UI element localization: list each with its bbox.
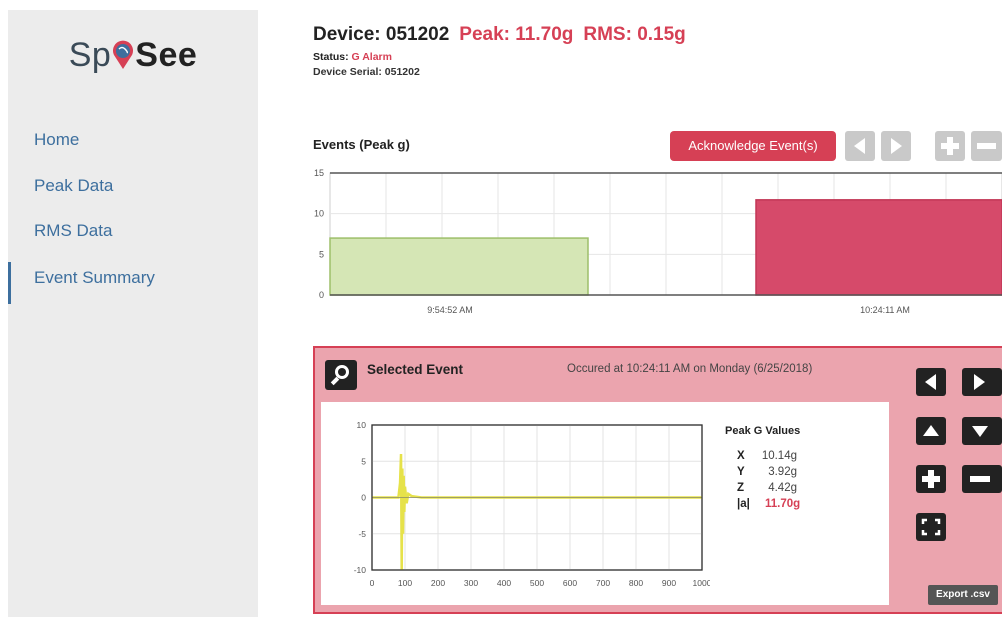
y-tick-label: 15 [314, 168, 324, 178]
x-tick-label: 300 [464, 578, 478, 588]
scale-down-button[interactable] [962, 417, 1002, 445]
x-tick-label: 400 [497, 578, 511, 588]
plus-icon [922, 470, 940, 488]
spotsee-logo: Sp See [68, 36, 198, 74]
status-label: Status: [313, 51, 349, 63]
x-tick-label: 500 [530, 578, 544, 588]
arrow-left-icon [854, 138, 865, 154]
plus-icon [941, 137, 959, 155]
nav-home[interactable]: Home [34, 130, 79, 150]
x-tick-label: 800 [629, 578, 643, 588]
magnifier-icon [330, 365, 349, 386]
fullscreen-icon [921, 518, 941, 536]
y-tick-label: -5 [358, 529, 366, 539]
nav-rms-data[interactable]: RMS Data [34, 221, 112, 241]
peak-value-row: Z 4.42g [737, 482, 797, 494]
x-tick-label: 200 [431, 578, 445, 588]
peak-values-title: Peak G Values [725, 425, 801, 437]
y-tick-label: 0 [361, 493, 366, 503]
peak-value-row-total: |a| 11.70g [737, 498, 801, 510]
device-status: Status: G Alarm [313, 51, 392, 63]
x-tick-label: 600 [563, 578, 577, 588]
y-tick-label: 10 [314, 209, 324, 219]
arrow-right-icon [891, 138, 902, 154]
chart-next-button[interactable] [881, 131, 911, 161]
x-tick-label: 10:24:11 AM [860, 305, 910, 315]
chart-prev-button[interactable] [845, 131, 875, 161]
arrow-left-icon [925, 374, 936, 390]
event-bar [755, 199, 1002, 296]
device-title: Device: 051202 Peak: 11.70g RMS: 0.15g [313, 24, 686, 46]
fullscreen-button[interactable] [916, 513, 946, 541]
sidebar: Sp See Home Peak Data RMS Data Event Summ… [8, 10, 258, 617]
trace-zoom-in-button[interactable] [916, 465, 946, 493]
arrow-right-icon [974, 374, 985, 390]
y-tick-label: 0 [319, 290, 324, 300]
status-badge: G Alarm [351, 51, 392, 63]
event-trace-chart: 0 100 200 300 400 500 600 700 800 900 1000 10 5 0 -5 -1… [354, 420, 710, 588]
x-tick-label: 100 [398, 578, 412, 588]
x-tick-label: 9:54:52 AM [427, 305, 473, 315]
events-chart-title: Events (Peak g) [313, 137, 410, 152]
export-csv-button[interactable]: Export .csv [928, 585, 998, 605]
x-tick-label: 900 [662, 578, 676, 588]
device-serial: Device Serial: 051202 [313, 66, 420, 78]
x-tick-label: 700 [596, 578, 610, 588]
nav-peak-data[interactable]: Peak Data [34, 176, 113, 196]
event-timestamp: Occured at 10:24:11 AM on Monday (6/25/2… [567, 363, 813, 375]
y-tick-label: -10 [354, 565, 367, 575]
chart-zoom-in-button[interactable] [935, 131, 965, 161]
x-tick-label: 1000 [693, 578, 710, 588]
event-next-button[interactable] [962, 368, 1002, 396]
map-pin-logo-icon [111, 40, 135, 69]
minus-icon [970, 476, 990, 482]
peak-value-row: X 10.14g [737, 450, 797, 462]
rms-value: RMS: 0.15g [583, 24, 686, 45]
nav-event-summary[interactable]: Event Summary [34, 268, 155, 288]
minus-icon [977, 143, 996, 149]
event-prev-button[interactable] [916, 368, 946, 396]
y-tick-label: 5 [319, 249, 324, 259]
arrow-up-icon [923, 425, 939, 436]
chart-zoom-out-button[interactable] [971, 131, 1002, 161]
device-id: Device: 051202 [313, 24, 450, 45]
peak-value-row: Y 3.92g [737, 466, 797, 478]
trace-zoom-out-button[interactable] [962, 465, 1002, 493]
event-bar [329, 237, 589, 296]
selected-event-title: Selected Event [367, 362, 464, 377]
arrow-down-icon [972, 426, 988, 437]
events-chart: 0 5 10 15 9:54:52 AM 10:24:11 AM [314, 168, 1002, 315]
acknowledge-events-button[interactable]: Acknowledge Event(s) [670, 131, 836, 161]
y-tick-label: 5 [361, 456, 366, 466]
nav-active-indicator [8, 262, 11, 304]
y-tick-label: 10 [357, 420, 367, 430]
inspect-event-button[interactable] [325, 360, 357, 390]
peak-value: Peak: 11.70g [459, 24, 574, 45]
scale-up-button[interactable] [916, 417, 946, 445]
x-tick-label: 0 [370, 578, 375, 588]
